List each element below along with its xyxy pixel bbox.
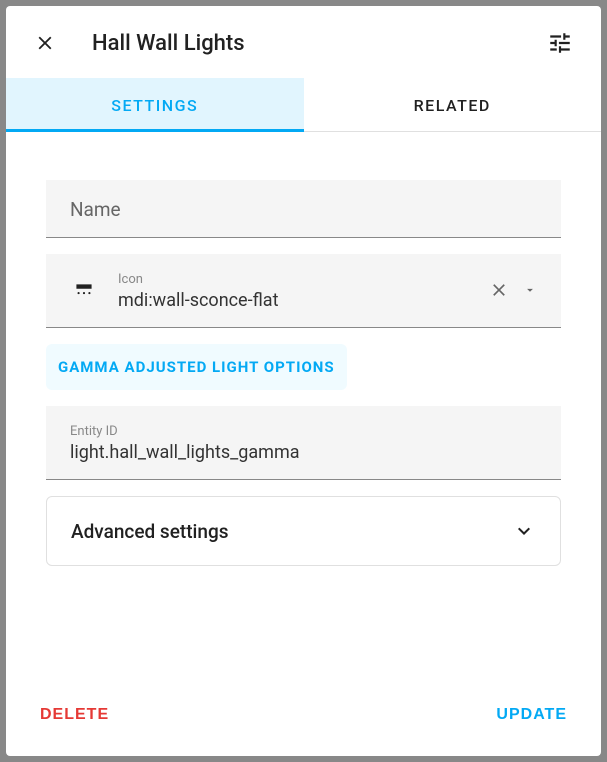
wall-sconce-flat-icon [70,280,98,304]
entity-settings-dialog: Hall Wall Lights Settings Related Name I… [6,6,601,756]
dialog-footer: DELETE UPDATE [6,680,601,756]
dialog-content: Name Icon mdi:wall-sconce-flat [6,132,601,680]
gamma-section-header: GAMMA ADJUSTED LIGHT OPTIONS [46,344,347,390]
tabs: Settings Related [6,78,601,132]
advanced-settings-title: Advanced settings [71,520,229,543]
update-button-label: UPDATE [496,706,567,723]
delete-button-label: DELETE [40,706,109,723]
tune-icon [547,30,573,56]
update-button[interactable]: UPDATE [492,700,571,730]
dropdown-button[interactable] [523,282,537,301]
dialog-title: Hall Wall Lights [92,31,511,56]
tab-settings-label: Settings [111,96,198,115]
chevron-down-icon [512,519,536,543]
tab-related[interactable]: Related [304,78,602,131]
tab-related-label: Related [414,96,491,115]
close-button[interactable] [30,28,60,58]
menu-down-icon [523,283,537,297]
entity-id-field-value: light.hall_wall_lights_gamma [70,442,537,463]
tab-settings[interactable]: Settings [6,78,304,131]
delete-button[interactable]: DELETE [36,700,113,730]
icon-field-value: mdi:wall-sconce-flat [118,290,469,311]
icon-field-label: Icon [118,272,469,287]
close-icon [34,32,56,54]
tune-button[interactable] [543,26,577,60]
dialog-header: Hall Wall Lights [6,6,601,78]
clear-icon-button[interactable] [489,280,509,304]
advanced-settings-expander[interactable]: Advanced settings [46,496,561,566]
entity-id-field-label: Entity ID [70,424,537,439]
name-field-label: Name [70,198,537,221]
entity-id-field[interactable]: Entity ID light.hall_wall_lights_gamma [46,406,561,480]
icon-field[interactable]: Icon mdi:wall-sconce-flat [46,254,561,328]
name-field[interactable]: Name [46,180,561,238]
close-icon [489,280,509,300]
